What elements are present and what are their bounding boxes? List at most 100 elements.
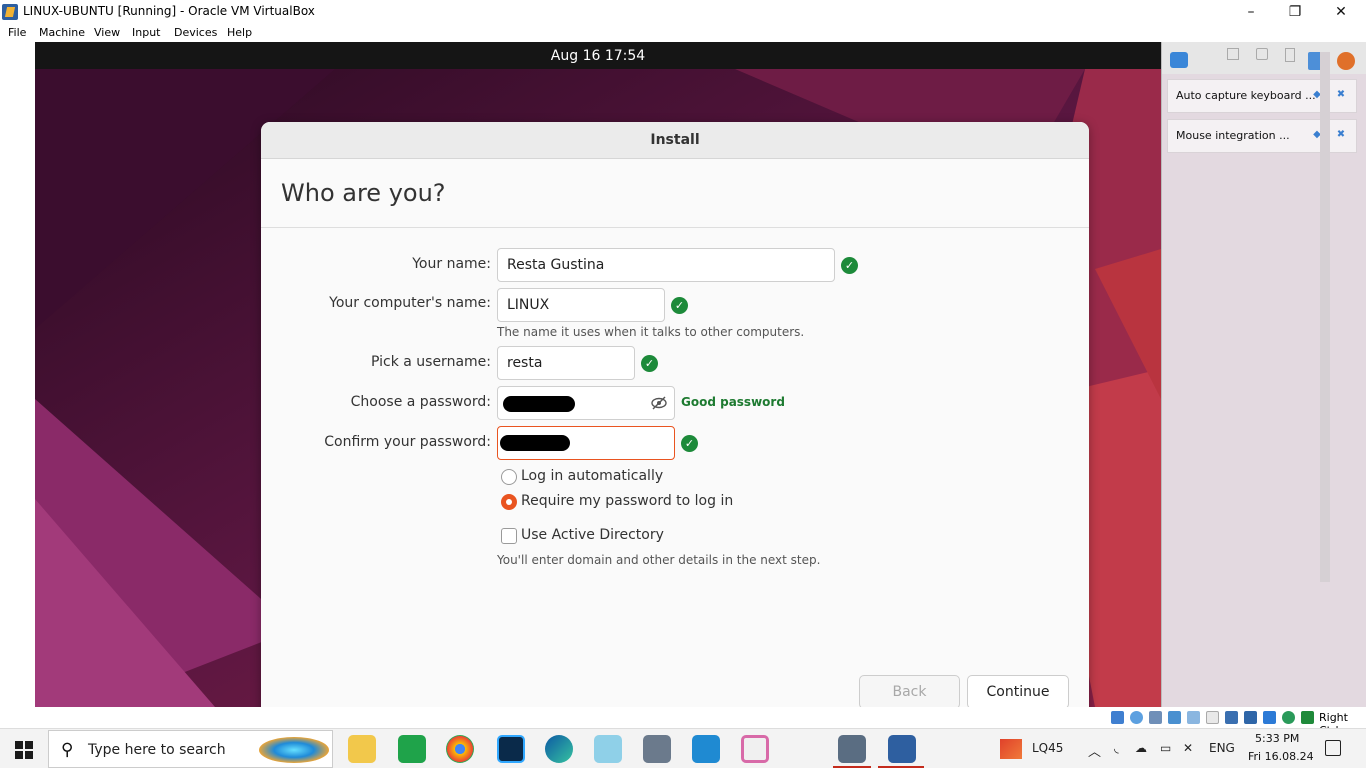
confirm-password-label: Confirm your password: [324, 434, 491, 450]
password-strength: Good password [681, 395, 785, 409]
search-highlight-image [259, 737, 329, 763]
cpu-icon[interactable] [1263, 711, 1276, 724]
photoshop-icon[interactable] [497, 735, 525, 763]
wifi-icon[interactable]: ◟ [1114, 741, 1119, 755]
vbox-statusbar: Right Ctrl [0, 707, 1366, 737]
hex-app-icon[interactable] [741, 735, 769, 763]
continue-button[interactable]: Continue [967, 675, 1069, 707]
windows-taskbar: ⚲ Type here to search LQ45 ︿ ◟ ☁ ▭ ✕ ENG… [0, 728, 1366, 768]
taskbar-date[interactable]: Fri 16.08.24 [1248, 750, 1314, 763]
install-dialog: Install Who are you? Your name: Resta Gu… [261, 122, 1089, 707]
chevron-up-icon[interactable]: ︿ [1088, 741, 1101, 760]
notification-center-icon[interactable] [1325, 740, 1341, 756]
notes-app-icon[interactable] [594, 735, 622, 763]
shared-folders-icon[interactable] [1206, 711, 1219, 724]
redacted-mark [500, 435, 570, 451]
network-icon [1227, 48, 1239, 60]
virtualbox-vm-icon[interactable] [888, 735, 916, 763]
usb-icon [1285, 48, 1295, 62]
audio-icon [1256, 48, 1268, 60]
gnome-clock[interactable]: Aug 16 17:54 [35, 48, 1161, 64]
hard-disk-icon[interactable] [1111, 711, 1124, 724]
computer-name-hint: The name it uses when it talks to other … [497, 325, 805, 339]
audio-status-icon[interactable] [1149, 711, 1162, 724]
recording-icon[interactable] [1244, 711, 1257, 724]
green-app-icon[interactable] [398, 735, 426, 763]
virtualbox-app-icon [2, 4, 18, 20]
restore-button[interactable]: ❐ [1272, 0, 1318, 24]
login-auto-label[interactable]: Log in automatically [521, 468, 663, 484]
dialog-header: Install [261, 122, 1089, 159]
page-heading: Who are you? [281, 179, 446, 207]
menu-view[interactable]: View [94, 26, 120, 39]
notification-text: Auto capture keyboard ... [1176, 89, 1316, 102]
username-valid-check-icon: ✓ [641, 355, 658, 372]
vbox-indicator-strip [1162, 42, 1366, 74]
dialog-title: Install [650, 132, 700, 148]
menu-file[interactable]: File [8, 26, 26, 39]
panel-scrollbar[interactable] [1320, 52, 1330, 582]
name-input[interactable]: Resta Gustina [497, 248, 835, 282]
menu-help[interactable]: Help [227, 26, 252, 39]
notification-close-icon[interactable]: ✖ [1335, 129, 1347, 141]
menubar: File Machine View Input Devices Help [0, 24, 1366, 42]
password-visibility-icon[interactable] [650, 395, 668, 411]
mouse-integration-icon[interactable] [1282, 711, 1295, 724]
username-input[interactable]: resta [497, 346, 635, 380]
display-icon[interactable] [1225, 711, 1238, 724]
vbox-notification-panel: Auto capture keyboard ... ◆ ✖ Mouse inte… [1161, 42, 1366, 707]
active-directory-checkbox[interactable] [501, 528, 517, 544]
language-indicator[interactable]: ENG [1209, 741, 1235, 755]
dismiss-all-icon[interactable] [1337, 52, 1355, 70]
window-title: LINUX-UBUNTU [Running] - Oracle VM Virtu… [23, 4, 315, 18]
guest-screen[interactable]: Aug 16 17:54 Install Who are you? Your n… [35, 42, 1161, 707]
login-require-radio[interactable] [501, 494, 517, 510]
taskbar-time[interactable]: 5:33 PM [1255, 732, 1299, 745]
cloud-icon[interactable]: ☁ [1135, 741, 1147, 755]
computer-name-input[interactable]: LINUX [497, 288, 665, 322]
window-titlebar: LINUX-UBUNTU [Running] - Oracle VM Virtu… [0, 0, 1366, 24]
divider [261, 227, 1089, 228]
virtualbox-manager-icon[interactable] [838, 735, 866, 763]
file-explorer-icon[interactable] [348, 735, 376, 763]
gnome-top-bar: Aug 16 17:54 [35, 42, 1161, 69]
taskbar-search-box[interactable]: ⚲ Type here to search [48, 730, 333, 768]
name-label: Your name: [412, 256, 491, 272]
power-icon[interactable]: ▭ [1160, 741, 1171, 755]
usb-status-icon[interactable] [1187, 711, 1200, 724]
chrome-icon[interactable] [446, 735, 474, 763]
confirm-password-input[interactable] [497, 426, 675, 460]
login-auto-radio[interactable] [501, 469, 517, 485]
keyboard-capture-icon[interactable] [1301, 711, 1314, 724]
login-require-label[interactable]: Require my password to log in [521, 493, 733, 509]
computer-name-valid-check-icon: ✓ [671, 297, 688, 314]
edge-icon[interactable] [545, 735, 573, 763]
computer-name-label: Your computer's name: [329, 295, 491, 311]
menu-input[interactable]: Input [132, 26, 160, 39]
vscode-icon[interactable] [692, 735, 720, 763]
network-status-icon[interactable] [1168, 711, 1181, 724]
redacted-mark [503, 396, 575, 412]
stock-trend-icon[interactable] [1000, 739, 1022, 759]
active-directory-label[interactable]: Use Active Directory [521, 527, 664, 543]
password-label: Choose a password: [350, 394, 491, 410]
notification-center-icon[interactable] [1170, 52, 1188, 68]
notification-close-icon[interactable]: ✖ [1335, 89, 1347, 101]
close-button[interactable]: ✕ [1318, 0, 1364, 24]
minimize-button[interactable]: – [1228, 0, 1274, 24]
confirm-valid-check-icon: ✓ [681, 435, 698, 452]
notification-text: Mouse integration ... [1176, 129, 1290, 142]
stock-symbol[interactable]: LQ45 [1032, 741, 1063, 755]
windows-start-icon[interactable] [15, 741, 33, 759]
password-input[interactable] [497, 386, 675, 420]
menu-devices[interactable]: Devices [174, 26, 217, 39]
name-valid-check-icon: ✓ [841, 257, 858, 274]
active-directory-hint: You'll enter domain and other details in… [497, 553, 821, 567]
camera-icon[interactable] [643, 735, 671, 763]
speaker-muted-icon[interactable]: ✕ [1183, 741, 1193, 755]
menu-machine[interactable]: Machine [39, 26, 85, 39]
back-button[interactable]: Back [859, 675, 960, 707]
search-icon: ⚲ [61, 740, 74, 760]
optical-drive-icon[interactable] [1130, 711, 1143, 724]
username-label: Pick a username: [370, 354, 491, 370]
